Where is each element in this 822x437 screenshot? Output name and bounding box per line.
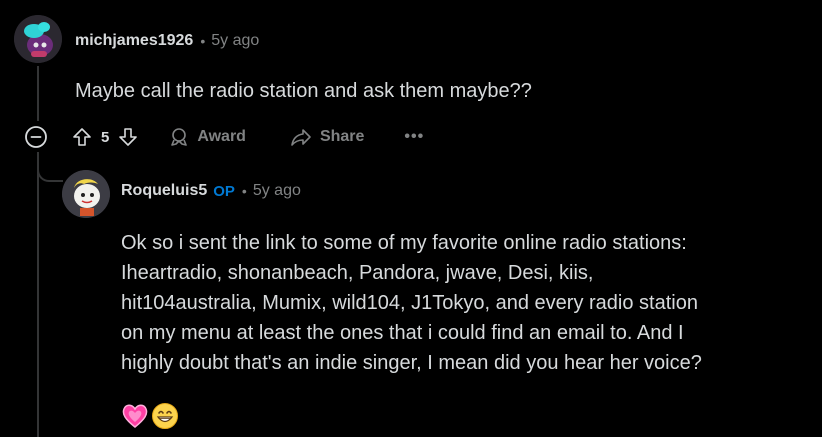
separator-dot: • bbox=[200, 33, 206, 49]
upvote-button[interactable] bbox=[71, 126, 93, 148]
username[interactable]: Roqueluis5 bbox=[121, 182, 207, 200]
snoo-avatar-icon bbox=[14, 15, 62, 63]
comment-header: michjames1926 • 5y ago bbox=[75, 30, 259, 52]
reply-body-line: highly doubt that's an indie singer, I m… bbox=[121, 352, 702, 374]
timestamp[interactable]: 5y ago bbox=[253, 182, 301, 200]
reply-body-line: Iheartradio, shonanbeach, Pandora, jwave… bbox=[121, 262, 594, 284]
username[interactable]: michjames1926 bbox=[75, 32, 193, 50]
growing-heart-emoji bbox=[122, 404, 148, 428]
more-options-icon: ••• bbox=[404, 128, 425, 145]
avatar[interactable] bbox=[62, 170, 110, 218]
share-button[interactable]: Share bbox=[290, 127, 364, 147]
more-options-button[interactable]: ••• bbox=[404, 128, 424, 146]
thread-line[interactable] bbox=[37, 66, 39, 121]
reply-body-line: Ok so i sent the link to some of my favo… bbox=[121, 232, 687, 254]
emoji-row: 💓 😁 bbox=[121, 402, 179, 430]
separator-dot: • bbox=[241, 183, 247, 199]
grinning-face-emoji bbox=[152, 403, 178, 429]
vote-score: 5 bbox=[101, 128, 110, 146]
comment-body: Maybe call the radio station and ask the… bbox=[75, 80, 532, 102]
share-label: Share bbox=[319, 128, 365, 145]
share-arrow-icon bbox=[291, 129, 311, 146]
downvote-button[interactable] bbox=[117, 126, 139, 148]
award-label: Award bbox=[197, 128, 246, 145]
award-icon bbox=[171, 128, 188, 146]
op-badge: OP bbox=[213, 182, 235, 200]
collapse-minus-icon bbox=[25, 126, 47, 148]
thread-line-continued[interactable] bbox=[37, 152, 39, 437]
reply-body: Ok so i sent the link to some of my favo… bbox=[121, 228, 702, 378]
comment-action-bar: 5 Award Share ••• bbox=[23, 122, 424, 152]
timestamp[interactable]: 5y ago bbox=[211, 32, 259, 50]
snoo-avatar-icon bbox=[62, 170, 110, 218]
reply-header: Roqueluis5 OP • 5y ago bbox=[121, 180, 301, 202]
collapse-button[interactable] bbox=[23, 124, 49, 150]
vote-group: 5 bbox=[71, 126, 139, 148]
reply-body-line: on my menu at least the ones that i coul… bbox=[121, 322, 684, 344]
upvote-arrow-icon bbox=[73, 128, 91, 146]
downvote-arrow-icon bbox=[119, 128, 138, 146]
award-button[interactable]: Award bbox=[169, 127, 246, 147]
reply-branch-line bbox=[37, 152, 63, 182]
avatar[interactable] bbox=[14, 15, 62, 63]
reply-body-line: hit104australia, Mumix, wild104, J1Tokyo… bbox=[121, 292, 698, 314]
